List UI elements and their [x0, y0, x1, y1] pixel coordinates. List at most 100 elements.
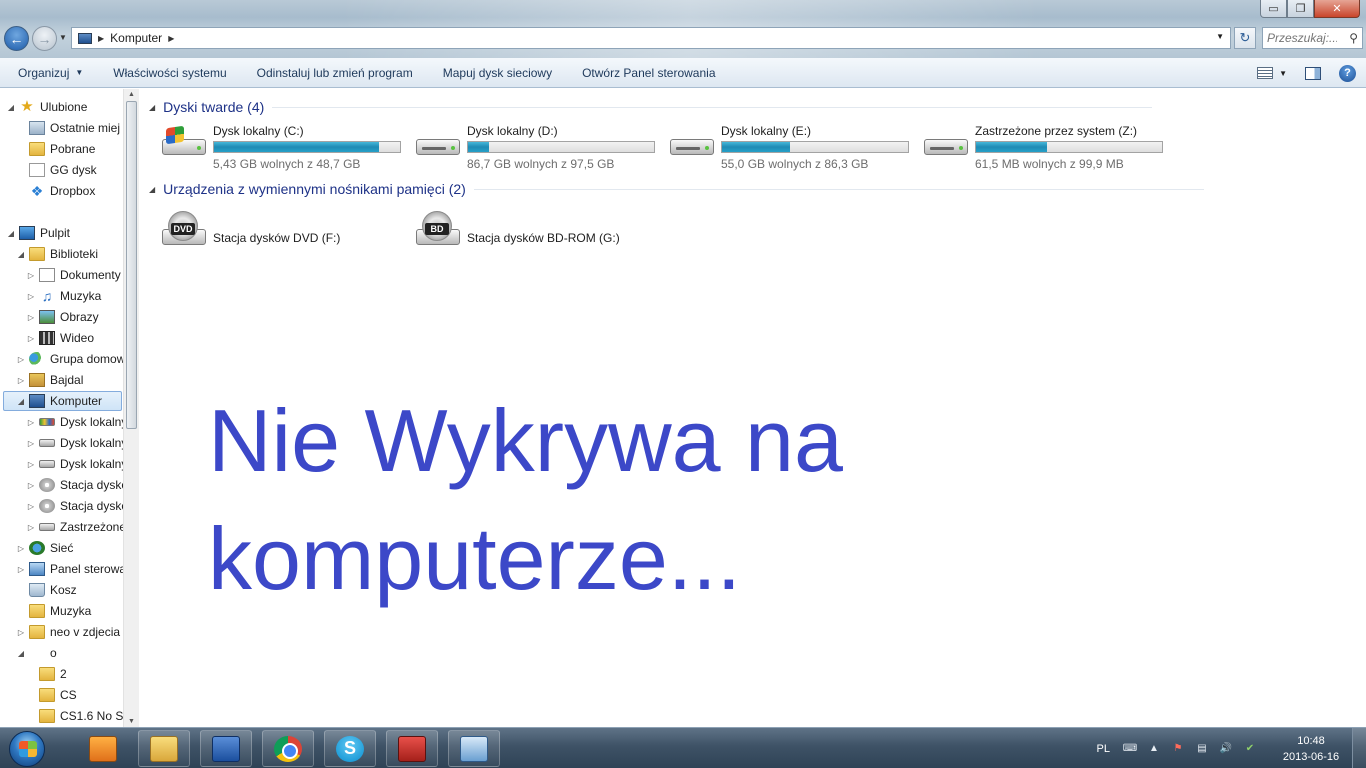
scroll-down-icon[interactable]: ▼	[128, 718, 135, 725]
breadcrumb-arrow-icon[interactable]: ▶	[98, 34, 104, 43]
tree-item-folder-cs[interactable]: CS	[26, 685, 77, 705]
tree-item-favorites[interactable]: ◢ ★ Ulubione	[6, 97, 87, 117]
system-properties-button[interactable]: Właściwości systemu	[98, 58, 241, 88]
map-network-drive-button[interactable]: Mapuj dysk sieciowy	[428, 58, 567, 88]
tree-item-video[interactable]: ▷ Wideo	[26, 328, 94, 348]
tree-item-recycle-bin[interactable]: Kosz	[16, 580, 77, 600]
breadcrumb-computer[interactable]: Komputer	[110, 31, 162, 45]
taskbar-explorer[interactable]	[138, 730, 190, 767]
tree-item-network[interactable]: ▷ Sieć	[16, 538, 73, 558]
search-box[interactable]: ⚲	[1262, 27, 1363, 49]
open-control-panel-button[interactable]: Otwórz Panel sterowania	[567, 58, 730, 88]
tree-item-o[interactable]: ◢ o	[16, 643, 57, 663]
tree-item-music[interactable]: ▷ ♫ Muzyka	[26, 286, 101, 306]
action-center-icon[interactable]: ⚑	[1170, 742, 1186, 756]
tree-item-documents[interactable]: ▷ Dokumenty	[26, 265, 121, 285]
organize-button[interactable]: Organizuj ▼	[0, 58, 98, 88]
help-icon[interactable]: ?	[1339, 64, 1356, 82]
uninstall-program-button[interactable]: Odinstaluj lub zmień program	[242, 58, 428, 88]
navigation-scrollbar[interactable]: ▲ ▼	[123, 89, 139, 727]
tree-item-user[interactable]: ▷ Bajdal	[16, 370, 83, 390]
close-button[interactable]: ✕	[1314, 0, 1360, 18]
tree-item-dropbox[interactable]: ❖ Dropbox	[16, 181, 96, 201]
show-desktop-button[interactable]	[1352, 728, 1366, 768]
expand-arrow-icon[interactable]: ▷	[26, 523, 36, 532]
back-button[interactable]: ←	[4, 26, 29, 51]
drive-tile-d[interactable]: Dysk lokalny (D:) 86,7 GB wolnych z 97,5…	[414, 117, 664, 171]
expand-arrow-icon[interactable]: ▷	[26, 481, 36, 490]
tree-item-pictures[interactable]: ▷ Obrazy	[26, 307, 99, 327]
tree-item-drive-e[interactable]: ▷ Dysk lokalny	[26, 454, 127, 474]
taskbar-chrome[interactable]	[262, 730, 314, 767]
recent-pages-dropdown-icon[interactable]: ▼	[59, 33, 67, 42]
scrollbar-thumb[interactable]	[126, 101, 137, 429]
drive-tile-z[interactable]: Zastrzeżone przez system (Z:) 61,5 MB wo…	[922, 117, 1172, 171]
collapse-arrow-icon[interactable]: ◢	[16, 649, 26, 658]
group-header-hard-disks[interactable]: ◢ Dyski twarde (4)	[149, 99, 1153, 115]
tree-item-control-panel[interactable]: ▷ Panel sterowa	[16, 559, 126, 579]
clock[interactable]: 10:48 2013-06-16	[1270, 733, 1352, 765]
expand-arrow-icon[interactable]: ▷	[16, 376, 26, 385]
collapse-arrow-icon[interactable]: ◢	[16, 397, 26, 406]
expand-arrow-icon[interactable]: ▷	[16, 628, 26, 637]
tree-item-reserved-drive[interactable]: ▷ Zastrzeżone	[26, 517, 126, 537]
update-icon[interactable]: ✔	[1242, 742, 1258, 756]
minimize-button[interactable]: ▭	[1260, 0, 1287, 18]
maximize-button[interactable]: ❐	[1287, 0, 1314, 18]
taskbar-word[interactable]	[200, 730, 252, 767]
expand-arrow-icon[interactable]: ▷	[26, 292, 36, 301]
language-indicator[interactable]: PL	[1097, 743, 1110, 755]
tree-item-folder-cs16[interactable]: CS1.6 No St	[26, 706, 127, 726]
refresh-button[interactable]: ↻	[1234, 27, 1256, 49]
change-view-button[interactable]: ▼	[1257, 67, 1287, 79]
taskbar-skype[interactable]: S	[324, 730, 376, 767]
tree-item-recent-places[interactable]: Ostatnie miej	[16, 118, 120, 138]
tree-item-downloads[interactable]: Pobrane	[16, 139, 95, 159]
show-hidden-icons-icon[interactable]: ▲	[1146, 742, 1162, 756]
tree-item-gg-drive[interactable]: GG dysk	[16, 160, 97, 180]
drive-tile-bd[interactable]: BD Stacja dysków BD-ROM (G:)	[414, 207, 664, 255]
breadcrumb-arrow-icon[interactable]: ▶	[168, 34, 174, 43]
expand-arrow-icon[interactable]: ▷	[26, 271, 36, 280]
expand-arrow-icon[interactable]: ▷	[26, 460, 36, 469]
expand-arrow-icon[interactable]: ▷	[26, 502, 36, 511]
tree-item-bd-drive[interactable]: ▷ Stacja dysko	[26, 496, 128, 516]
keyboard-icon[interactable]: ⌨	[1122, 742, 1138, 756]
address-history-dropdown-icon[interactable]: ▼	[1216, 32, 1224, 41]
address-bar[interactable]: ▶ Komputer ▶ ▼	[71, 27, 1231, 49]
tree-item-drive-d[interactable]: ▷ Dysk lokalny	[26, 433, 127, 453]
taskbar-toolbox[interactable]	[386, 730, 438, 767]
taskbar-network[interactable]	[448, 730, 500, 767]
collapse-arrow-icon[interactable]: ◢	[149, 185, 155, 194]
drive-tile-c[interactable]: Dysk lokalny (C:) 5,43 GB wolnych z 48,7…	[160, 117, 410, 171]
tree-item-folder-2[interactable]: 2	[26, 664, 67, 684]
drive-tile-e[interactable]: Dysk lokalny (E:) 55,0 GB wolnych z 86,3…	[668, 117, 918, 171]
collapse-arrow-icon[interactable]: ◢	[149, 103, 155, 112]
collapse-arrow-icon[interactable]: ◢	[6, 103, 16, 112]
volume-icon[interactable]: 🔊	[1218, 742, 1234, 756]
preview-pane-button[interactable]	[1305, 66, 1321, 80]
expand-arrow-icon[interactable]: ▷	[26, 313, 36, 322]
tree-item-drive-c[interactable]: ▷ Dysk lokalny	[26, 412, 127, 432]
expand-arrow-icon[interactable]: ▷	[26, 418, 36, 427]
tree-item-desktop[interactable]: ◢ Pulpit	[6, 223, 70, 243]
start-button[interactable]	[2, 729, 52, 768]
search-input[interactable]	[1267, 31, 1337, 45]
expand-arrow-icon[interactable]: ▷	[16, 565, 26, 574]
network-icon[interactable]: ▤	[1194, 742, 1210, 756]
expand-arrow-icon[interactable]: ▷	[26, 334, 36, 343]
scroll-up-icon[interactable]: ▲	[128, 91, 135, 98]
expand-arrow-icon[interactable]: ▷	[26, 439, 36, 448]
collapse-arrow-icon[interactable]: ◢	[6, 229, 16, 238]
taskbar-media-center[interactable]	[86, 730, 120, 767]
expand-arrow-icon[interactable]: ▷	[16, 355, 26, 364]
drive-tile-dvd[interactable]: DVD Stacja dysków DVD (F:)	[160, 207, 410, 255]
group-header-removable[interactable]: ◢ Urządzenia z wymiennymi nośnikami pami…	[149, 181, 1204, 197]
tree-item-computer[interactable]: ◢ Komputer	[3, 391, 122, 411]
tree-item-neo-folder[interactable]: ▷ neo v zdjecia	[16, 622, 120, 642]
expand-arrow-icon[interactable]: ▷	[16, 544, 26, 553]
forward-button[interactable]: →	[32, 26, 57, 51]
tree-item-music-folder[interactable]: Muzyka	[16, 601, 91, 621]
tree-item-dvd-drive[interactable]: ▷ Stacja dysko	[26, 475, 128, 495]
tree-item-libraries[interactable]: ◢ Biblioteki	[16, 244, 98, 264]
